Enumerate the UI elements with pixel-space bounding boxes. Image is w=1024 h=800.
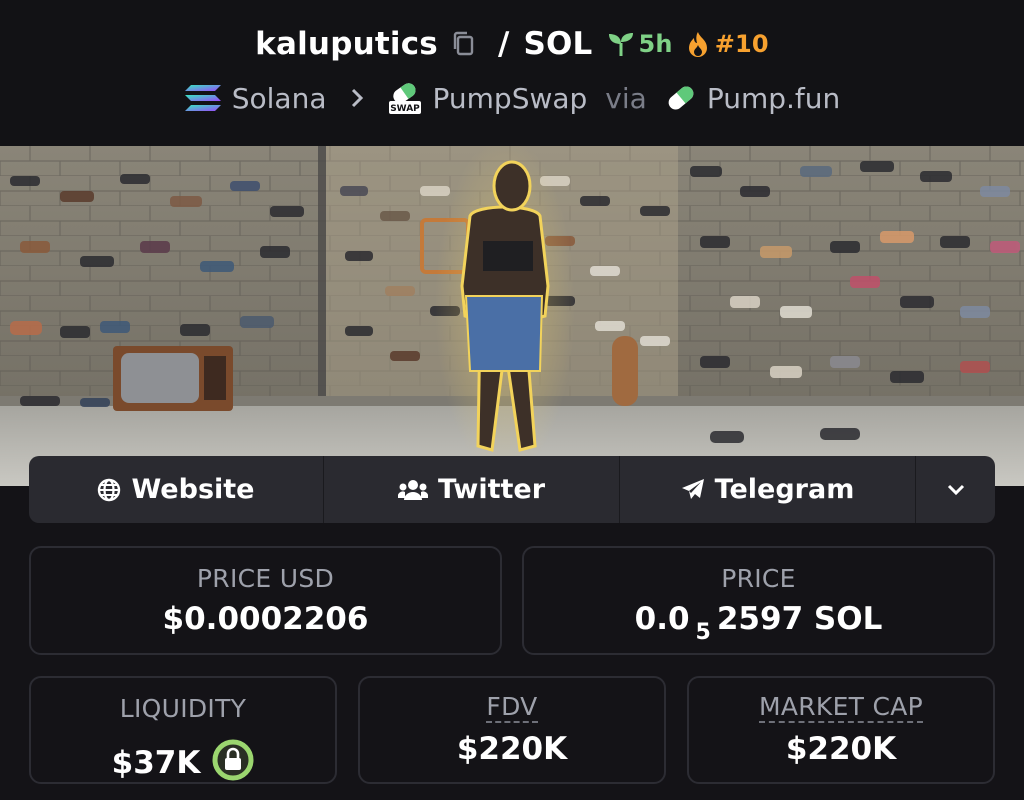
copy-icon[interactable] — [450, 30, 476, 58]
chain-name: Solana — [231, 81, 327, 115]
price-zero-count: 5 — [695, 620, 711, 645]
fdv-card: FDV $220K — [358, 676, 666, 784]
token-name: kaluputics — [255, 26, 438, 62]
website-label: Website — [131, 474, 255, 505]
twitter-label: Twitter — [437, 474, 546, 505]
pill-icon — [668, 86, 694, 110]
users-icon — [397, 479, 428, 500]
flame-icon — [688, 32, 707, 57]
twitter-button[interactable]: Twitter — [324, 456, 620, 523]
swap-logo-text: SWAP — [390, 104, 420, 114]
liquidity-value: $37K — [111, 745, 201, 781]
launchpad-pumpfun-link[interactable]: Pump.fun — [665, 82, 840, 115]
person-figure — [435, 146, 575, 476]
telegram-button[interactable]: Telegram — [620, 456, 916, 523]
solana-logo — [184, 85, 221, 111]
price-usd-card: PRICE USD $0.0002206 — [29, 546, 502, 655]
launchpad-name: Pump.fun — [706, 81, 841, 115]
price-usd-value: $0.0002206 — [162, 601, 369, 637]
website-button[interactable]: Website — [29, 456, 324, 523]
pair-age: 5h — [607, 30, 673, 58]
price-suffix: 2597 SOL — [716, 601, 883, 637]
dex-name: PumpSwap — [432, 81, 588, 115]
fdv-label[interactable]: FDV — [486, 694, 538, 723]
price-native-card: PRICE 0.0 5 2597 SOL — [522, 546, 995, 655]
market-cap-label[interactable]: MARKET CAP — [758, 694, 924, 723]
liquidity-label: LIQUIDITY — [119, 694, 247, 723]
rank-value: #10 — [714, 30, 769, 58]
chevron-right-icon — [351, 88, 363, 108]
market-cap-card: MARKET CAP $220K — [687, 676, 995, 784]
telegram-label: Telegram — [714, 474, 855, 505]
chain-solana-link[interactable]: Solana — [184, 82, 327, 115]
paper-plane-icon — [681, 478, 704, 499]
more-links-button[interactable] — [916, 456, 995, 523]
chevron-down-icon — [947, 484, 964, 495]
fdv-value: $220K — [456, 731, 568, 767]
pair-title: kaluputics / SOL 5h #10 — [0, 22, 1024, 66]
price-native-label: PRICE — [721, 564, 796, 593]
token-banner-image — [0, 146, 1024, 486]
skateboard — [612, 336, 638, 406]
chain-breadcrumb: Solana SWAP PumpSwap via Pump.fun — [0, 78, 1024, 118]
seedling-icon — [608, 33, 633, 56]
market-cap-value: $220K — [785, 731, 897, 767]
liquidity-value-row: $37K — [112, 731, 255, 781]
dex-pumpswap-link[interactable]: SWAP PumpSwap — [387, 80, 588, 116]
age-value: 5h — [638, 30, 673, 58]
quote-token: SOL — [523, 26, 593, 62]
pumpswap-logo: SWAP — [388, 83, 421, 114]
liquidity-card: LIQUIDITY $37K — [29, 676, 337, 784]
lock-icon[interactable] — [212, 739, 254, 781]
price-prefix: 0.0 — [634, 601, 690, 637]
pair-header: kaluputics / SOL 5h #10 Solana SWAP Pump… — [0, 0, 1024, 146]
old-tv — [113, 346, 233, 411]
globe-icon — [98, 478, 121, 501]
trending-rank: #10 — [687, 30, 769, 58]
via-label: via — [605, 81, 647, 115]
pair-separator: / — [497, 26, 510, 62]
social-links-bar: Website Twitter Telegram — [29, 456, 995, 523]
price-native-value: 0.0 5 2597 SOL — [634, 601, 883, 645]
price-usd-label: PRICE USD — [196, 564, 335, 593]
